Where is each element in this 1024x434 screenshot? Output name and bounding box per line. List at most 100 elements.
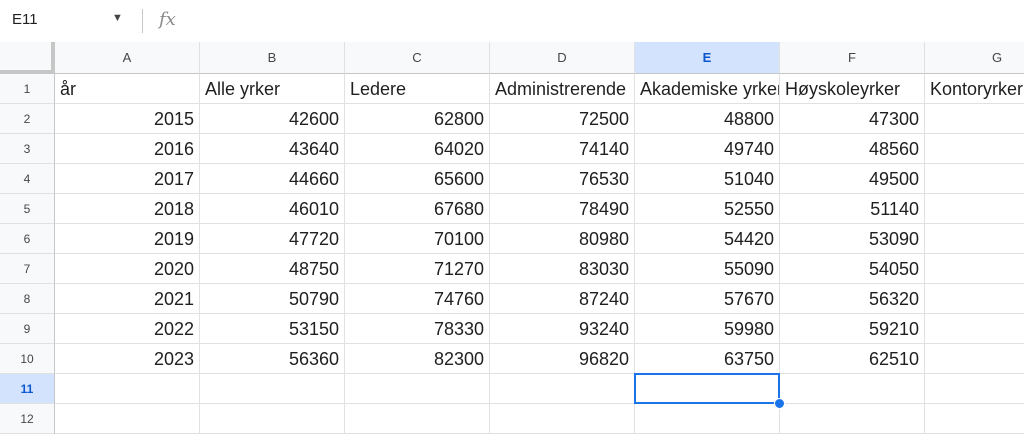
cell-d9[interactable]: 93240 xyxy=(490,314,635,344)
cell-d1[interactable]: Administrerende xyxy=(490,74,635,104)
cell-a6[interactable]: 2019 xyxy=(55,224,200,254)
cell-d11[interactable] xyxy=(490,374,635,404)
cell-e2[interactable]: 48800 xyxy=(635,104,780,134)
cell-e6[interactable]: 54420 xyxy=(635,224,780,254)
cell-b10[interactable]: 56360 xyxy=(200,344,345,374)
cell-e7[interactable]: 55090 xyxy=(635,254,780,284)
cell-d12[interactable] xyxy=(490,404,635,434)
cell-a4[interactable]: 2017 xyxy=(55,164,200,194)
caret-down-icon[interactable]: ▼ xyxy=(112,12,123,24)
cell-e3[interactable]: 49740 xyxy=(635,134,780,164)
cell-g4[interactable]: 37 xyxy=(925,164,1024,194)
row-header-8[interactable]: 8 xyxy=(0,284,55,314)
cell-c1[interactable]: Ledere xyxy=(345,74,490,104)
cell-f2[interactable]: 47300 xyxy=(780,104,925,134)
cell-b3[interactable]: 43640 xyxy=(200,134,345,164)
cell-d8[interactable]: 87240 xyxy=(490,284,635,314)
row-header-1[interactable]: 1 xyxy=(0,74,55,104)
cell-c11[interactable] xyxy=(345,374,490,404)
cell-a11[interactable] xyxy=(55,374,200,404)
cell-b2[interactable]: 42600 xyxy=(200,104,345,134)
cell-f8[interactable]: 56320 xyxy=(780,284,925,314)
column-header-b[interactable]: B xyxy=(200,42,345,74)
cell-a8[interactable]: 2021 xyxy=(55,284,200,314)
cell-f3[interactable]: 48560 xyxy=(780,134,925,164)
cell-a12[interactable] xyxy=(55,404,200,434)
cell-g12[interactable] xyxy=(925,404,1024,434)
column-header-e[interactable]: E xyxy=(635,42,780,74)
cell-a2[interactable]: 2015 xyxy=(55,104,200,134)
cell-c12[interactable] xyxy=(345,404,490,434)
cell-c10[interactable]: 82300 xyxy=(345,344,490,374)
cell-f11[interactable] xyxy=(780,374,925,404)
cell-g11[interactable] xyxy=(925,374,1024,404)
cell-g8[interactable]: 42 xyxy=(925,284,1024,314)
cell-f6[interactable]: 53090 xyxy=(780,224,925,254)
cell-e1[interactable]: Akademiske yrker xyxy=(635,74,780,104)
cell-c2[interactable]: 62800 xyxy=(345,104,490,134)
row-header-2[interactable]: 2 xyxy=(0,104,55,134)
cell-a1[interactable]: år xyxy=(55,74,200,104)
column-header-c[interactable]: C xyxy=(345,42,490,74)
cell-b6[interactable]: 47720 xyxy=(200,224,345,254)
name-box-value[interactable]: E11 xyxy=(12,11,38,28)
cell-g9[interactable]: 44 xyxy=(925,314,1024,344)
cell-g7[interactable]: 40 xyxy=(925,254,1024,284)
cell-g2[interactable]: 34 xyxy=(925,104,1024,134)
cell-d2[interactable]: 72500 xyxy=(490,104,635,134)
row-header-4[interactable]: 4 xyxy=(0,164,55,194)
row-header-11[interactable]: 11 xyxy=(0,374,55,404)
cell-e5[interactable]: 52550 xyxy=(635,194,780,224)
column-header-d[interactable]: D xyxy=(490,42,635,74)
cell-c3[interactable]: 64020 xyxy=(345,134,490,164)
row-header-9[interactable]: 9 xyxy=(0,314,55,344)
cell-g3[interactable]: 36 xyxy=(925,134,1024,164)
row-header-3[interactable]: 3 xyxy=(0,134,55,164)
cell-a3[interactable]: 2016 xyxy=(55,134,200,164)
fill-handle[interactable] xyxy=(774,398,785,409)
cell-b12[interactable] xyxy=(200,404,345,434)
cell-b11[interactable] xyxy=(200,374,345,404)
cell-d7[interactable]: 83030 xyxy=(490,254,635,284)
row-header-6[interactable]: 6 xyxy=(0,224,55,254)
name-box[interactable]: E11 ▼ xyxy=(0,0,134,42)
cell-a7[interactable]: 2020 xyxy=(55,254,200,284)
column-header-a[interactable]: A xyxy=(55,42,200,74)
cell-g10[interactable]: 47 xyxy=(925,344,1024,374)
cell-d6[interactable]: 80980 xyxy=(490,224,635,254)
cell-f7[interactable]: 54050 xyxy=(780,254,925,284)
cell-d4[interactable]: 76530 xyxy=(490,164,635,194)
cell-f9[interactable]: 59210 xyxy=(780,314,925,344)
cell-b5[interactable]: 46010 xyxy=(200,194,345,224)
cell-f12[interactable] xyxy=(780,404,925,434)
row-header-5[interactable]: 5 xyxy=(0,194,55,224)
cell-g1[interactable]: Kontoryrker xyxy=(925,74,1024,104)
cell-f4[interactable]: 49500 xyxy=(780,164,925,194)
cell-b8[interactable]: 50790 xyxy=(200,284,345,314)
cell-d5[interactable]: 78490 xyxy=(490,194,635,224)
column-header-g[interactable]: G xyxy=(925,42,1024,74)
cell-d10[interactable]: 96820 xyxy=(490,344,635,374)
cell-f5[interactable]: 51140 xyxy=(780,194,925,224)
cell-c6[interactable]: 70100 xyxy=(345,224,490,254)
cell-e10[interactable]: 63750 xyxy=(635,344,780,374)
cell-b9[interactable]: 53150 xyxy=(200,314,345,344)
row-header-7[interactable]: 7 xyxy=(0,254,55,284)
cell-g5[interactable]: 38 xyxy=(925,194,1024,224)
cell-b1[interactable]: Alle yrker xyxy=(200,74,345,104)
cell-f10[interactable]: 62510 xyxy=(780,344,925,374)
cell-e9[interactable]: 59980 xyxy=(635,314,780,344)
cell-c7[interactable]: 71270 xyxy=(345,254,490,284)
cell-b4[interactable]: 44660 xyxy=(200,164,345,194)
cell-c9[interactable]: 78330 xyxy=(345,314,490,344)
cell-c5[interactable]: 67680 xyxy=(345,194,490,224)
select-all-corner[interactable] xyxy=(0,42,55,74)
cell-a5[interactable]: 2018 xyxy=(55,194,200,224)
row-header-10[interactable]: 10 xyxy=(0,344,55,374)
cell-c4[interactable]: 65600 xyxy=(345,164,490,194)
formula-input[interactable] xyxy=(195,8,1015,34)
cell-e11[interactable] xyxy=(635,374,780,404)
cell-e12[interactable] xyxy=(635,404,780,434)
cell-a9[interactable]: 2022 xyxy=(55,314,200,344)
cell-g6[interactable]: 40 xyxy=(925,224,1024,254)
